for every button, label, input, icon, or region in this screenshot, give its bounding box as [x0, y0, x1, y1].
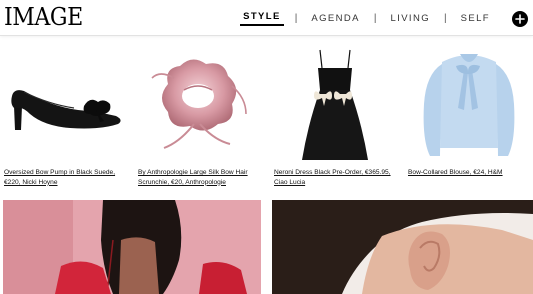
nav-separator: |	[444, 12, 447, 24]
product-card[interactable]: Oversized Bow Pump in Black Suede, €220,…	[0, 44, 130, 194]
product-caption-link[interactable]: Bow-Collared Blouse, €24, H&M	[408, 168, 533, 178]
main-nav: STYLE | AGENDA | LIVING | SELF	[240, 0, 493, 36]
ear-closeup-photo[interactable]	[272, 200, 533, 294]
nav-item-style[interactable]: STYLE	[240, 11, 284, 26]
nav-item-living[interactable]: LIVING	[387, 13, 433, 24]
menu-plus-button[interactable]	[512, 11, 528, 27]
nav-item-self[interactable]: SELF	[458, 13, 493, 24]
woman-pink-top-illustration	[3, 200, 261, 294]
product-card[interactable]: Bow-Collared Blouse, €24, H&M	[404, 44, 533, 194]
woman-pink-top-photo[interactable]	[3, 200, 261, 294]
nav-item-agenda[interactable]: AGENDA	[308, 13, 363, 24]
product-caption-link[interactable]: Neroni Dress Black Pre-Order, €365.95, C…	[274, 168, 402, 187]
pink-silk-scrunchie-image[interactable]	[134, 44, 264, 164]
product-caption-link[interactable]: By Anthropologie Large Silk Bow Hair Scr…	[138, 168, 266, 187]
black-bow-pump-image[interactable]	[0, 44, 130, 164]
product-row: Oversized Bow Pump in Black Suede, €220,…	[0, 44, 533, 194]
product-card[interactable]: By Anthropologie Large Silk Bow Hair Scr…	[134, 44, 264, 194]
nav-separator: |	[294, 12, 298, 24]
product-caption-link[interactable]: Oversized Bow Pump in Black Suede, €220,…	[4, 168, 132, 187]
site-header: IMAGE STYLE | AGENDA | LIVING | SELF	[0, 0, 533, 36]
site-logo[interactable]: IMAGE	[4, 4, 83, 30]
nav-separator: |	[373, 12, 377, 24]
black-bow-dress-image[interactable]	[270, 44, 400, 164]
product-card[interactable]: Neroni Dress Black Pre-Order, €365.95, C…	[270, 44, 400, 194]
ear-closeup-illustration	[272, 200, 533, 294]
blue-bow-blouse-image[interactable]	[404, 44, 533, 164]
plus-icon	[515, 14, 525, 24]
